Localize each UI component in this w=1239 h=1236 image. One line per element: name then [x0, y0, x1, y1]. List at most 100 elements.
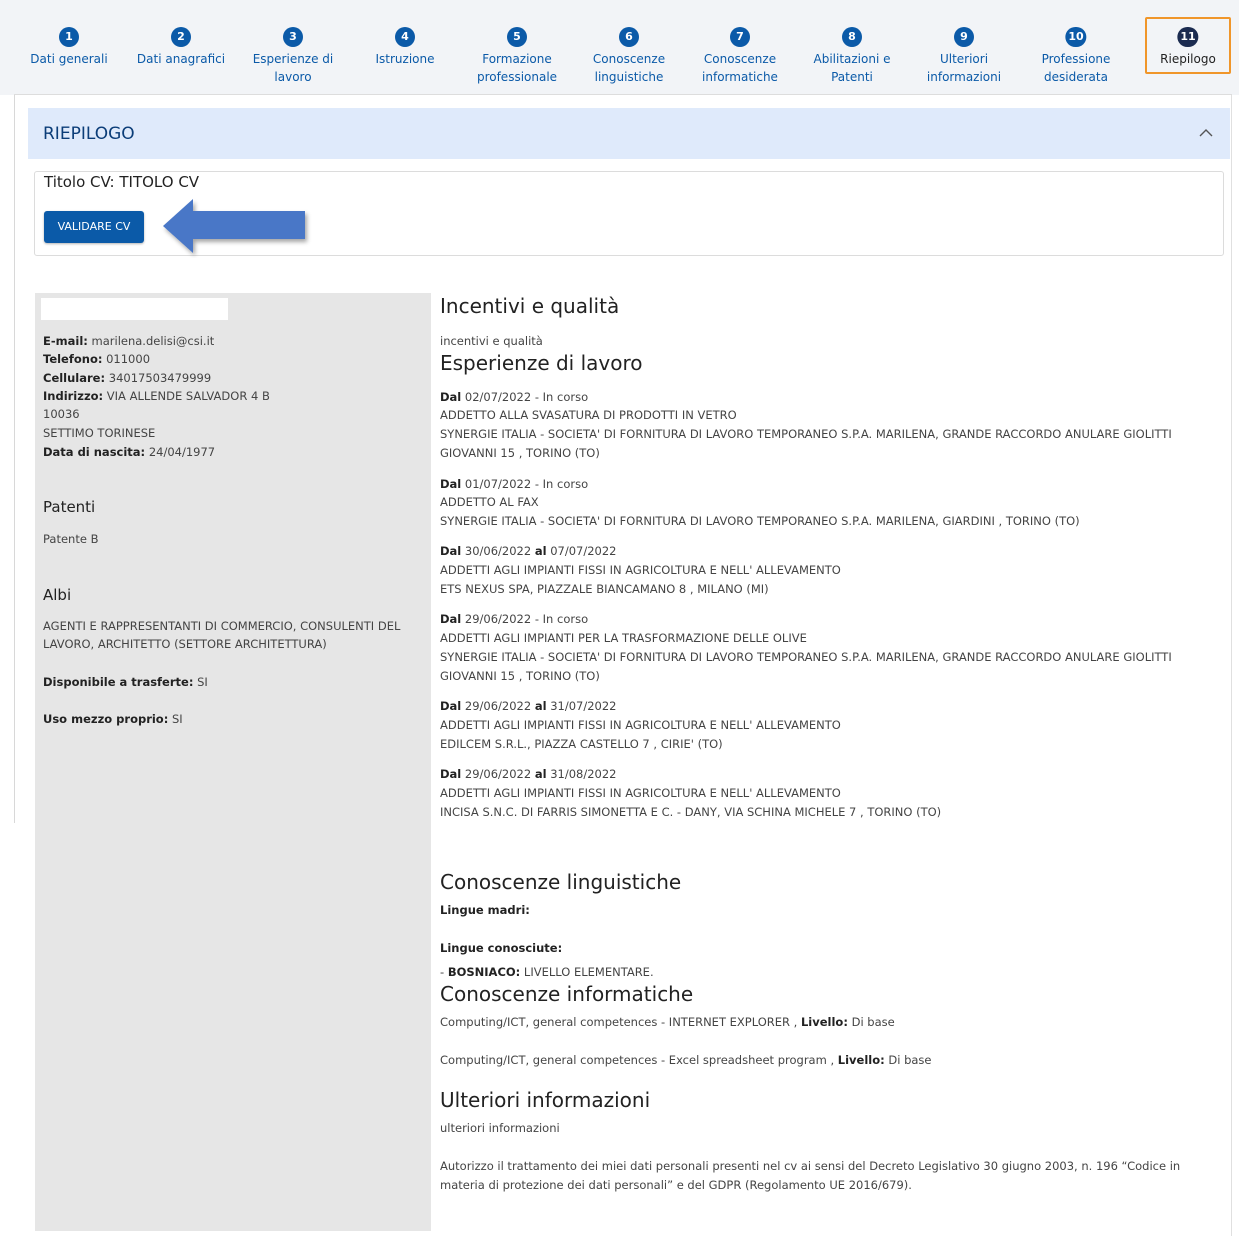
from-label: Dal	[440, 767, 462, 781]
from-date: 29/06/2022	[464, 767, 532, 781]
status-text: - In corso	[531, 477, 589, 491]
it-skills-heading: Conoscenze informatiche	[440, 982, 694, 1006]
experience-dates: Dal 29/06/2022 al 31/08/2022	[440, 765, 617, 784]
experience-dates: Dal 29/06/2022 - In corso	[440, 610, 588, 629]
experience-role: ADDETTI AGLI IMPIANTI FISSI IN AGRICOLTU…	[440, 718, 841, 732]
from-date: 01/07/2022	[464, 477, 532, 491]
phone-value: 011000	[106, 352, 151, 366]
list-dash: -	[440, 965, 448, 979]
address-label: Indirizzo:	[43, 389, 104, 403]
chevron-up-icon[interactable]	[1199, 128, 1213, 138]
to-date: 31/07/2022	[550, 699, 617, 713]
experience-role: ADDETTI AGLI IMPIANTI FISSI IN AGRICOLTU…	[440, 563, 841, 577]
albi-heading: Albi	[43, 586, 72, 604]
step-number: 3	[283, 27, 303, 47]
experience-heading: Esperienze di lavoro	[440, 351, 643, 375]
screenshot-seam	[0, 823, 35, 1236]
email-value: marilena.delisi@csi.it	[91, 334, 215, 348]
birth-value: 24/04/1977	[148, 445, 216, 459]
it-skill-level: Di base	[851, 1015, 895, 1029]
from-label: Dal	[440, 390, 462, 404]
vehicle-row: Uso mezzo proprio: SI	[43, 710, 183, 728]
accordion-header[interactable]	[28, 108, 1230, 159]
languages-heading: Conoscenze linguistiche	[440, 870, 682, 894]
step-number: 7	[730, 27, 750, 47]
incentives-text: incentivi e qualità	[440, 334, 543, 348]
licenses-heading: Patenti	[43, 498, 96, 516]
step-number: 6	[619, 27, 639, 47]
mobile-row: Cellulare: 34017503479999	[43, 369, 211, 387]
incentives-heading: Incentivi e qualità	[440, 294, 620, 318]
vehicle-value: SI	[171, 712, 183, 726]
step-label: Dati anagrafici	[136, 52, 226, 66]
known-languages-label: Lingue conosciute:	[440, 939, 562, 958]
validate-cv-button[interactable]: VALIDARE CV	[44, 211, 144, 243]
address-row: Indirizzo: VIA ALLENDE SALVADOR 4 B	[43, 387, 270, 405]
experience-role: ADDETTI AGLI IMPIANTI FISSI IN AGRICOLTU…	[440, 786, 841, 800]
from-date: 02/07/2022	[464, 390, 532, 404]
step-label: Formazione professionale	[476, 52, 558, 84]
known-language-row: - BOSNIACO: LIVELLO ELEMENTARE.	[440, 963, 654, 982]
step-label: Professione desiderata	[1041, 52, 1111, 84]
step-number: 10	[1065, 27, 1087, 47]
licenses-value: Patente B	[43, 532, 99, 546]
email-label: E-mail:	[43, 334, 88, 348]
to-label: al	[534, 767, 547, 781]
birth-label: Data di nascita:	[43, 445, 146, 459]
from-date: 29/06/2022	[464, 699, 532, 713]
from-date: 29/06/2022	[464, 612, 532, 626]
experience-company: ETS NEXUS SPA, PIAZZALE BIANCAMANO 8 , M…	[440, 582, 769, 596]
to-date: 07/07/2022	[550, 544, 617, 558]
cv-title: Titolo CV: TITOLO CV	[44, 173, 200, 191]
it-skill-level: Di base	[888, 1053, 932, 1067]
mobile-value: 34017503479999	[108, 371, 212, 385]
experience-role: ADDETTO AL FAX	[440, 495, 539, 509]
to-label: al	[534, 544, 547, 558]
step-number: 9	[954, 27, 974, 47]
language-level: LIVELLO ELEMENTARE.	[523, 965, 654, 979]
experience-company-cont: GIOVANNI 15 , TORINO (TO)	[440, 669, 600, 683]
experience-company: INCISA S.N.C. DI FARRIS SIMONETTA E C. -…	[440, 805, 942, 819]
arrow-left-icon	[163, 199, 305, 253]
experience-role: ADDETTO ALLA SVASATURA DI PRODOTTI IN VE…	[440, 408, 737, 422]
wizard-stepper: 1 Dati generali 2 Dati anagrafici 3 Espe…	[0, 0, 1239, 95]
transfer-value: SI	[197, 675, 208, 689]
experience-company: EDILCEM S.R.L., PIAZZA CASTELLO 7 , CIRI…	[440, 737, 723, 751]
experience-company: SYNERGIE ITALIA - SOCIETA' DI FORNITURA …	[440, 427, 1172, 441]
address-value: VIA ALLENDE SALVADOR 4 B	[106, 389, 270, 403]
active-step-highlight	[1145, 17, 1231, 74]
level-label: Livello:	[837, 1053, 885, 1067]
mother-languages-label: Lingue madri:	[440, 901, 530, 920]
it-skill-row: Computing/ICT, general competences - INT…	[440, 1013, 895, 1032]
mobile-label: Cellulare:	[43, 371, 106, 385]
step-number: 2	[171, 27, 191, 47]
name-field-redacted	[41, 298, 228, 320]
from-label: Dal	[440, 544, 462, 558]
experience-dates: Dal 30/06/2022 al 07/07/2022	[440, 542, 617, 561]
albi-value-line2: LAVORO, ARCHITETTO (SETTORE ARCHITETTURA…	[43, 637, 327, 651]
step-label: Conoscenze linguistiche	[592, 52, 666, 84]
zip-value: 10036	[43, 407, 80, 421]
step-label: Esperienze di lavoro	[252, 52, 334, 84]
further-info-text: ulteriori informazioni	[440, 1121, 560, 1135]
from-date: 30/06/2022	[464, 544, 532, 558]
language-name: BOSNIACO:	[447, 965, 521, 979]
phone-label: Telefono:	[43, 352, 103, 366]
consent-text-line2: materia di protezione dei dati personali…	[440, 1178, 912, 1192]
phone-row: Telefono: 011000	[43, 350, 150, 368]
to-date: 31/08/2022	[550, 767, 617, 781]
status-text: - In corso	[531, 612, 589, 626]
step-label: Ulteriori informazioni	[926, 52, 1002, 84]
albi-value-line1: AGENTI E RAPPRESENTANTI DI COMMERCIO, CO…	[43, 619, 401, 633]
experience-role: ADDETTI AGLI IMPIANTI PER LA TRASFORMAZI…	[440, 631, 807, 645]
experience-dates: Dal 29/06/2022 al 31/07/2022	[440, 697, 617, 716]
transfer-row: Disponibile a trasferte: SI	[43, 673, 208, 691]
experience-dates: Dal 01/07/2022 - In corso	[440, 475, 588, 494]
email-row: E-mail: marilena.delisi@csi.it	[43, 332, 214, 350]
experience-dates: Dal 02/07/2022 - In corso	[440, 388, 588, 407]
experience-company-cont: GIOVANNI 15 , TORINO (TO)	[440, 446, 600, 460]
it-skill-text: Computing/ICT, general competences - Exc…	[440, 1053, 835, 1067]
to-label: al	[534, 699, 547, 713]
step-number: 1	[59, 27, 79, 47]
status-text: - In corso	[531, 390, 589, 404]
